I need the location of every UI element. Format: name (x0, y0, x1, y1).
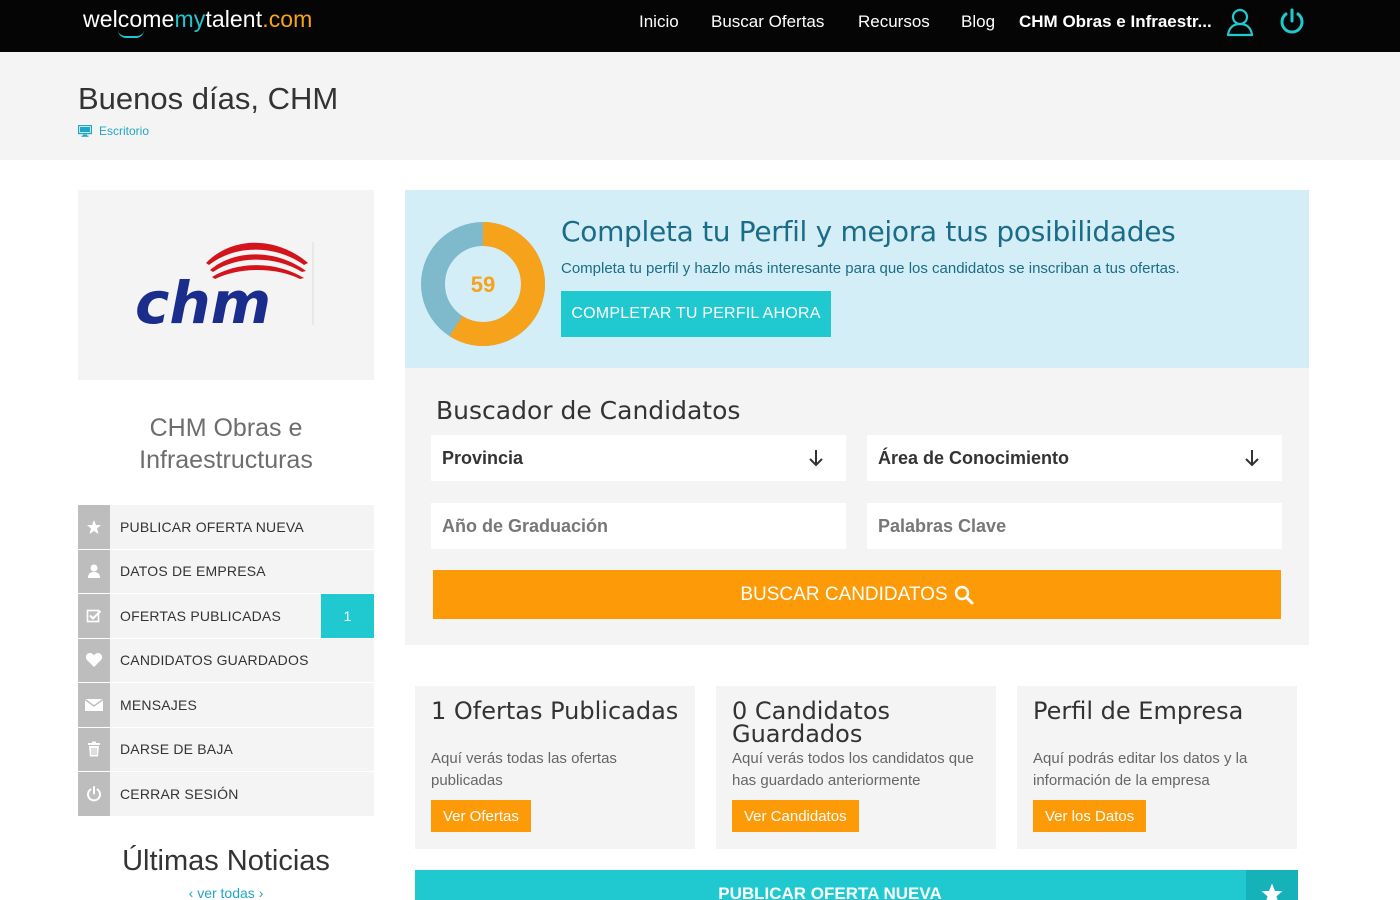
profile-subtitle: Completa tu perfil y hazlo más interesan… (561, 260, 1180, 277)
graduation-year-input[interactable]: Año de Graduación (431, 503, 846, 549)
news-view-all-link[interactable]: ‹ ver todas › (78, 885, 374, 900)
header-band: Buenos días, CHM Escritorio (0, 52, 1400, 160)
complete-profile-button[interactable]: COMPLETAR TU PERFIL AHORA (561, 291, 831, 337)
user-icon[interactable] (1225, 7, 1255, 37)
profile-title: Completa tu Perfil y mejora tus posibili… (561, 215, 1176, 248)
sidebar-item-label: DATOS DE EMPRESA (120, 563, 266, 580)
nav-link-buscar-ofertas[interactable]: Buscar Ofertas (711, 12, 824, 32)
trash-icon (78, 727, 110, 771)
candidate-search-panel: Buscador de Candidatos Provincia Área de… (405, 368, 1309, 645)
search-candidates-button[interactable]: BUSCAR CANDIDATOS (433, 570, 1281, 619)
news-view-all-label: ver todas (197, 885, 255, 900)
publish-offer-banner[interactable]: PUBLICAR OFERTA NUEVA (415, 870, 1298, 900)
breadcrumb[interactable]: Escritorio (78, 124, 149, 138)
card-text: Aquí podrás editar los datos y la inform… (1033, 750, 1248, 789)
person-icon (78, 549, 110, 593)
view-company-data-button[interactable]: Ver los Datos (1033, 800, 1147, 832)
card-title: Perfil de Empresa (1033, 697, 1244, 725)
provincia-select-value: Provincia (442, 447, 524, 468)
sidebar-item-label: OFERTAS PUBLICADAS (120, 607, 282, 624)
site-logo[interactable]: welcomemytalent.com (83, 6, 312, 33)
logo-part-my: my (174, 6, 206, 32)
power-icon (78, 772, 110, 816)
sidebar-item-label: PUBLICAR OFERTA NUEVA (120, 518, 304, 535)
card-title: 0 Candidatos Guardados (732, 697, 891, 748)
logo-part-talent: talent (205, 6, 263, 32)
page-title: Buenos días, CHM (78, 81, 339, 116)
company-name-line2: Infraestructuras (139, 446, 313, 474)
sidebar-item-publicar-oferta[interactable]: PUBLICAR OFERTA NUEVA (78, 505, 374, 550)
monitor-icon (78, 125, 92, 137)
sidebar-item-mensajes[interactable]: MENSAJES (78, 683, 374, 728)
card-title: 1 Ofertas Publicadas (431, 697, 679, 725)
checkbox-icon (78, 594, 110, 638)
company-name-line1: CHM Obras e (149, 414, 303, 442)
envelope-icon (78, 683, 110, 727)
logo-smile-icon (118, 30, 144, 38)
nav-link-company-account[interactable]: CHM Obras e Infraestr... (1019, 12, 1212, 32)
area-select-value: Área de Conocimiento (878, 447, 1070, 468)
card-text: Aquí verás todos los candidatos que has … (732, 750, 974, 789)
sidebar-item-datos-empresa[interactable]: DATOS DE EMPRESA (78, 549, 374, 594)
nav-link-inicio[interactable]: Inicio (639, 12, 679, 32)
keywords-placeholder: Palabras Clave (878, 515, 1007, 536)
news-title: Últimas Noticias (122, 845, 330, 877)
logo-part-com: .com (262, 6, 313, 32)
heart-icon (78, 638, 110, 682)
arrow-down-icon (1245, 450, 1259, 467)
logo-part-welcome: welcome (83, 6, 175, 32)
view-candidates-button[interactable]: Ver Candidatos (732, 800, 859, 832)
profile-completion-panel: 59 Completa tu Perfil y mejora tus posib… (405, 190, 1309, 368)
sidebar-menu: PUBLICAR OFERTA NUEVA DATOS DE EMPRESA O… (78, 505, 374, 817)
arrow-down-icon (809, 450, 823, 467)
profile-completion-donut: 59 (421, 222, 545, 346)
provincia-select[interactable]: Provincia (431, 435, 846, 481)
sidebar-item-label: DARSE DE BAJA (120, 741, 234, 758)
nav-link-blog[interactable]: Blog (961, 12, 995, 32)
company-logo: chm (135, 242, 314, 337)
sidebar-item-cerrar-sesion[interactable]: CERRAR SESIÓN (78, 772, 374, 817)
chevron-right-icon: › (258, 885, 264, 900)
view-offers-button[interactable]: Ver Ofertas (431, 800, 531, 832)
breadcrumb-label: Escritorio (99, 124, 150, 138)
search-icon (954, 585, 974, 604)
company-name: CHM Obras e Infraestructuras (78, 412, 374, 476)
top-navbar: welcomemytalent.com Inicio Buscar Oferta… (0, 0, 1400, 52)
completion-value: 59 (471, 272, 495, 297)
count-badge: 1 (321, 594, 374, 638)
sidebar-item-darse-de-baja[interactable]: DARSE DE BAJA (78, 727, 374, 772)
sidebar-item-label: CERRAR SESIÓN (120, 785, 239, 802)
star-icon (78, 505, 110, 549)
area-conocimiento-select[interactable]: Área de Conocimiento (867, 435, 1282, 481)
power-icon[interactable] (1278, 8, 1306, 36)
company-logo-box: chm (78, 190, 374, 380)
search-button-label: BUSCAR CANDIDATOS (740, 583, 948, 605)
chevron-left-icon: ‹ (188, 885, 194, 900)
publish-offer-banner-label: PUBLICAR OFERTA NUEVA (718, 884, 942, 900)
nav-link-recursos[interactable]: Recursos (858, 12, 930, 32)
card-candidatos-guardados: 0 Candidatos Guardados Aquí verás todos … (716, 686, 996, 849)
star-icon (1246, 870, 1298, 900)
search-title: Buscador de Candidatos (436, 396, 741, 425)
keywords-input[interactable]: Palabras Clave (867, 503, 1282, 549)
card-ofertas-publicadas: 1 Ofertas Publicadas Aquí verás todas la… (415, 686, 695, 849)
card-perfil-empresa: Perfil de Empresa Aquí podrás editar los… (1017, 686, 1297, 849)
sidebar-item-label: MENSAJES (120, 696, 198, 713)
card-text: Aquí verás todas las ofertas publicadas (431, 750, 617, 789)
graduation-year-placeholder: Año de Graduación (442, 515, 609, 536)
sidebar-item-ofertas-publicadas[interactable]: OFERTAS PUBLICADAS 1 (78, 594, 374, 639)
sidebar-item-candidatos-guardados[interactable]: CANDIDATOS GUARDADOS (78, 638, 374, 683)
sidebar-item-label: CANDIDATOS GUARDADOS (120, 652, 309, 669)
logo-wordmark: chm (135, 269, 271, 337)
